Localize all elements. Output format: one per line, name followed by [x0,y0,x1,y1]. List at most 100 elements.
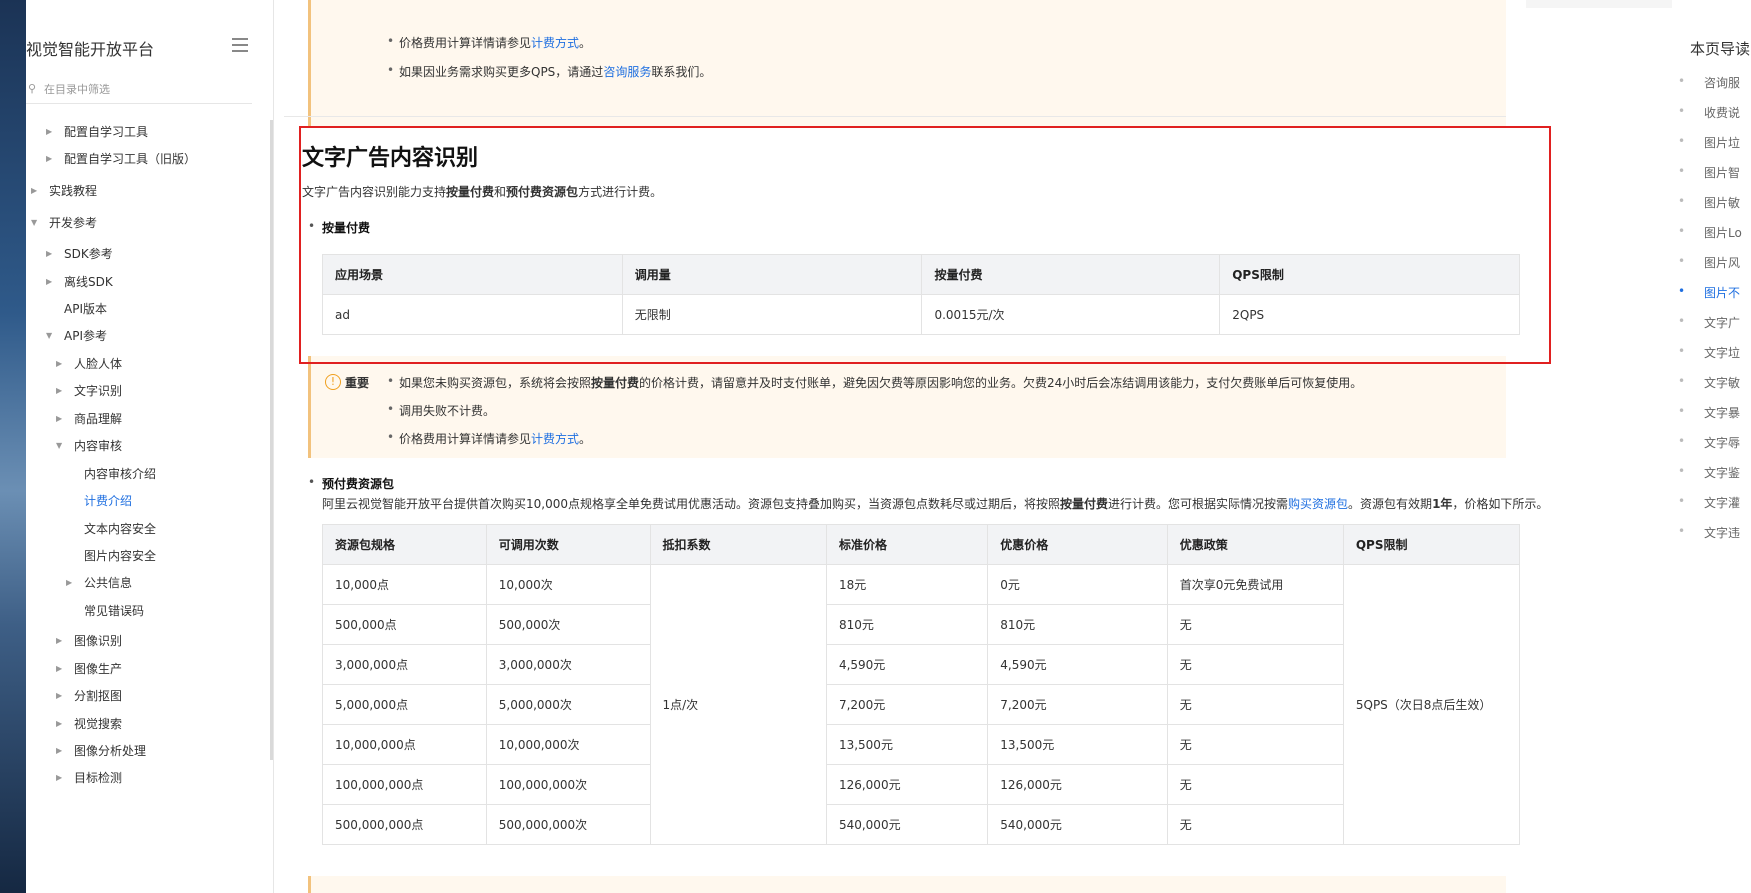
search-icon: ⚲ [28,82,37,95]
table-cell: 100,000,000次 [485,764,651,805]
desktop-background-strip [0,0,26,893]
table-cell: 100,000,000点 [322,764,487,805]
sidebar-item-segment[interactable]: ▶ 分割抠图 [56,685,122,705]
sidebar-item-image-gen[interactable]: ▶ 图像生产 [56,658,122,678]
caret-right-icon: ▶ [66,577,73,587]
sidebar-item-config-tool[interactable]: ▶ 配置自学习工具 [46,121,148,141]
billing-method-link[interactable]: 计费方式 [531,432,579,446]
table-cell: 无 [1166,804,1344,845]
table-header: 可调用次数 [485,524,651,565]
table-cell: 7,200元 [987,684,1168,725]
sidebar-item-ocr[interactable]: ▶ 文字识别 [56,380,122,400]
table-cell: 3,000,000次 [485,644,651,685]
caret-right-icon: ▶ [56,385,63,395]
sidebar-item-image-security[interactable]: 图片内容安全 [84,545,156,565]
table-header: 优惠政策 [1166,524,1344,565]
sidebar-item-offline-sdk[interactable]: ▶ 离线SDK [46,271,113,291]
table-cell: 500,000,000次 [485,804,651,845]
filter-placeholder: 在目录中筛选 [44,83,110,96]
table-cell: 13,500元 [987,724,1168,765]
table-cell: 540,000元 [987,804,1168,845]
sidebar-item-image-recog[interactable]: ▶ 图像识别 [56,630,122,650]
sidebar-item-sdk[interactable]: ▶ SDK参考 [46,243,113,263]
sidebar-item-face-body[interactable]: ▶ 人脸人体 [56,353,122,373]
prepaid-description: 阿里云视觉智能开放平台提供首次购买10,000点规格享全单免费试用优惠活动。资源… [322,497,1549,511]
deduction-cell: 1点/次 [649,564,827,845]
table-cell: 126,000元 [987,764,1168,805]
table-row: 10,000,000点 10,000,000次 13,500元 13,500元 … [322,724,1520,765]
toc-title: 本页导读 [1690,40,1751,58]
sidebar-item-practice[interactable]: ▶ 实践教程 [31,180,97,200]
caret-right-icon: ▶ [46,153,53,163]
caret-right-icon: ▶ [56,718,63,728]
table-row: 5,000,000点 5,000,000次 7,200元 7,200元 无 [322,684,1520,725]
sidebar-scrollbar[interactable] [270,120,273,760]
sidebar-title[interactable]: 视觉智能开放平台 [26,36,154,60]
table-cell: 500,000次 [485,604,651,645]
notice-line: 如果您未购买资源包，系统将会按照按量付费的价格计费，请留意并及时支付账单，避免因… [387,374,1362,391]
table-cell: 7,200元 [825,684,989,725]
caret-right-icon: ▶ [31,185,38,195]
caret-right-icon: ▶ [56,745,63,755]
sidebar-item-common-info[interactable]: ▶ 公共信息 [66,572,132,592]
table-cell: 首次享0元免费试用 [1166,564,1344,605]
sidebar-item-api-ref[interactable]: ▼ API参考 [46,325,107,345]
sidebar-item-api-version[interactable]: API版本 [64,298,107,318]
table-cell: 无 [1166,764,1344,805]
sidebar-filter-input[interactable]: ⚲ 在目录中筛选 [26,80,252,104]
table-cell: 10,000,000次 [485,724,651,765]
table-cell: 500,000,000点 [322,804,487,845]
table-cell: 10,000,000点 [322,724,487,765]
table-cell: 5,000,000次 [485,684,651,725]
sidebar-item-content-audit[interactable]: ▼ 内容审核 [56,435,122,455]
caret-right-icon: ▶ [56,772,63,782]
sidebar-item-text-security[interactable]: 文本内容安全 [84,518,156,538]
important-label: 重要 [345,376,370,390]
table-cell: 无 [1166,644,1344,685]
sidebar: 视觉智能开放平台 ⚲ 在目录中筛选 ▶ 配置自学习工具 ▶ 配置自学习工具（旧版） … [26,0,274,893]
sidebar-item-audit-intro[interactable]: 内容审核介绍 [84,463,156,483]
table-cell: 5,000,000点 [322,684,487,725]
caret-right-icon: ▶ [56,413,63,423]
table-header: 资源包规格 [322,524,487,565]
sidebar-item-visual-search[interactable]: ▶ 视觉搜索 [56,713,122,733]
table-cell: 13,500元 [825,724,989,765]
table-header: 抵扣系数 [649,524,827,565]
consult-service-link[interactable]: 咨询服务 [603,65,651,79]
table-cell: 810元 [825,604,989,645]
caret-right-icon: ▶ [56,690,63,700]
warning-icon: ! [325,374,341,390]
table-header: QPS限制 [1342,524,1521,565]
table-cell: 126,000元 [825,764,989,805]
sidebar-item-billing[interactable]: 计费介绍 [84,490,132,510]
table-row: 3,000,000点 3,000,000次 4,590元 4,590元 无 [322,644,1520,685]
table-cell: 810元 [987,604,1168,645]
table-header: 标准价格 [825,524,989,565]
bottom-notice [308,876,1506,893]
table-row: 500,000点 500,000次 810元 810元 无 [322,604,1520,645]
caret-down-icon: ▼ [46,330,53,340]
caret-right-icon: ▶ [56,358,63,368]
table-header: 优惠价格 [987,524,1168,565]
menu-toggle-icon[interactable] [232,38,248,52]
page-toc: 本页导读 咨询服 收费说 图片垃 图片智 图片敏 图片Lo 图片风 图片不 文字… [1672,0,1751,893]
sidebar-item-error-codes[interactable]: 常见错误码 [84,600,144,620]
sidebar-item-goods[interactable]: ▶ 商品理解 [56,408,122,428]
buy-package-link[interactable]: 购买资源包 [1288,497,1348,511]
sidebar-item-dev-ref[interactable]: ▼ 开发参考 [31,212,97,232]
table-row: 500,000,000点 500,000,000次 540,000元 540,0… [322,804,1520,845]
table-header-row: 资源包规格 可调用次数 抵扣系数 标准价格 优惠价格 优惠政策 QPS限制 [322,524,1521,565]
sidebar-item-image-analysis[interactable]: ▶ 图像分析处理 [56,740,146,760]
table-cell: 10,000次 [485,564,651,605]
table-cell: 18元 [825,564,989,605]
table-cell: 0元 [987,564,1168,605]
billing-method-link[interactable]: 计费方式 [531,36,579,50]
sidebar-item-config-tool-old[interactable]: ▶ 配置自学习工具（旧版） [46,148,196,168]
table-cell: 10,000点 [322,564,487,605]
highlight-box [299,126,1551,364]
notice-line: 调用失败不计费。 [387,402,495,419]
qps-cell: 5QPS（次日8点后生效） [1342,564,1521,845]
notice-line: 如果因业务需求购买更多QPS，请通过咨询服务联系我们。 [387,63,711,80]
caret-right-icon: ▶ [56,635,63,645]
sidebar-item-object-detect[interactable]: ▶ 目标检测 [56,767,122,787]
